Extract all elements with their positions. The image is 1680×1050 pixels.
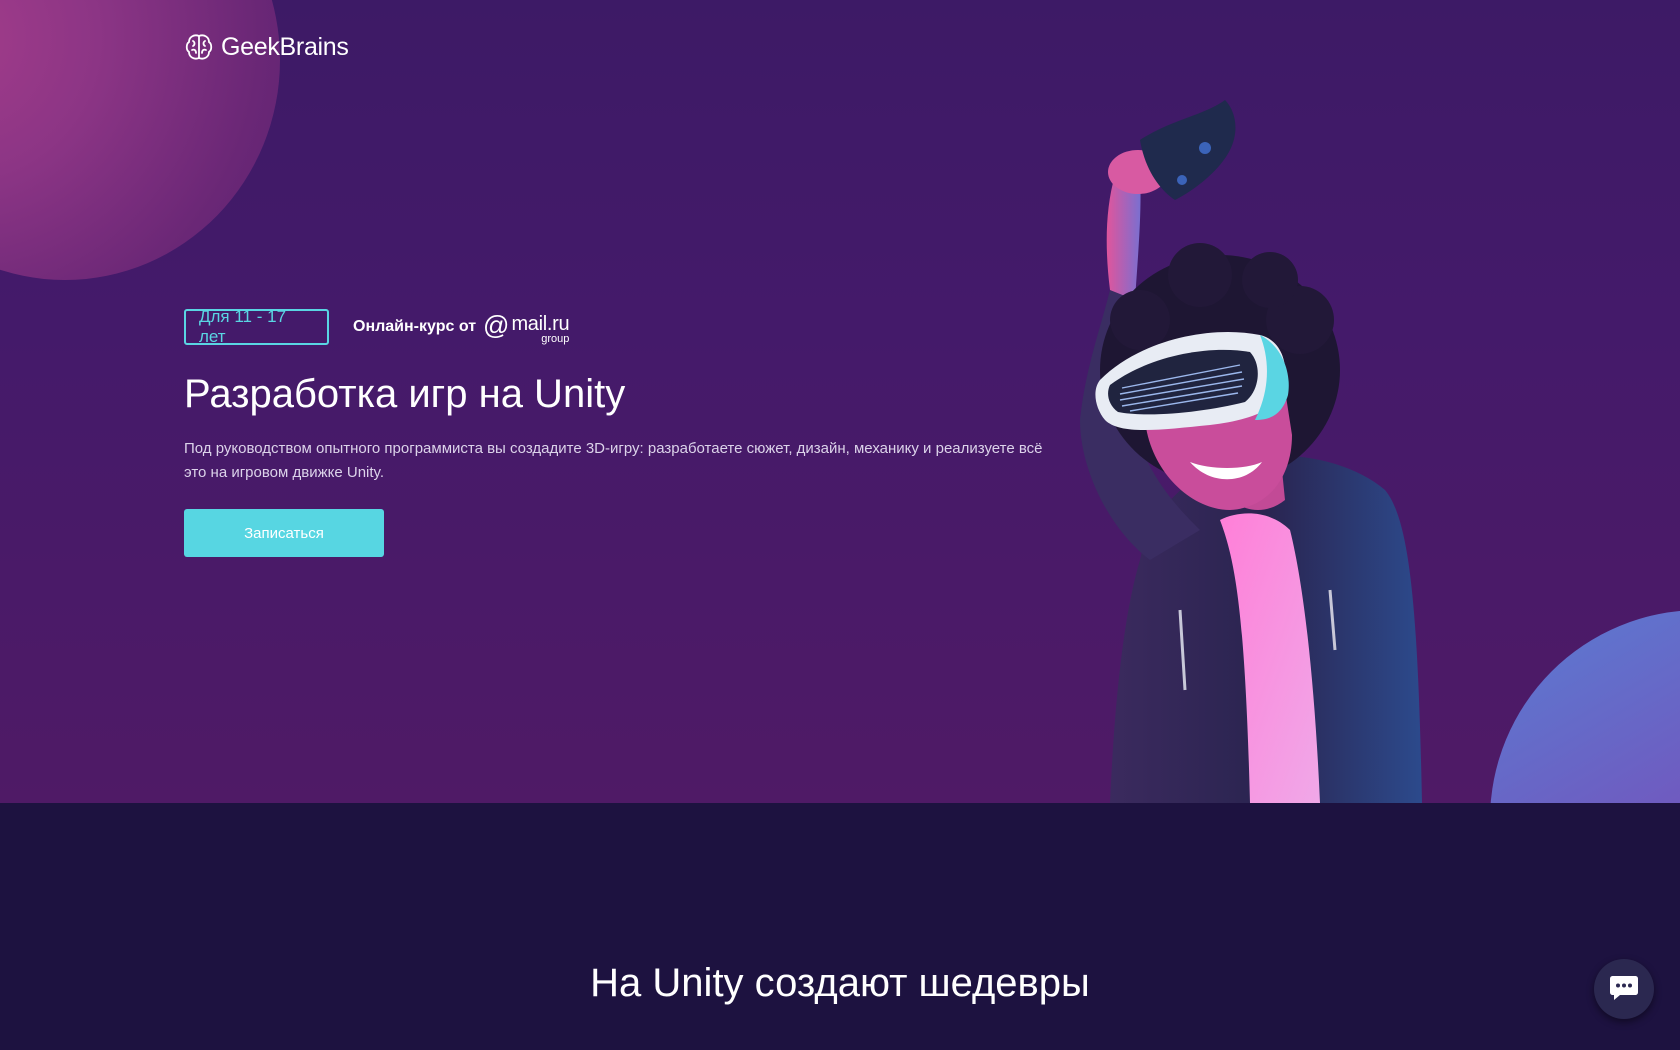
hero-image-vr-gamer xyxy=(1080,100,1422,803)
course-provider: Онлайн-курс от @ mail.ru group xyxy=(353,310,570,345)
chat-icon xyxy=(1608,973,1640,1006)
course-from-label: Онлайн-курс от xyxy=(353,318,477,335)
hero-section: GeekBrains Для 11 - 17 лет Онлайн-курс о… xyxy=(0,0,1680,803)
decorative-circle-bottom xyxy=(1490,610,1680,803)
logo-link[interactable]: GeekBrains xyxy=(184,32,349,62)
hero-title: Разработка игр на Unity xyxy=(184,372,626,416)
section-title: На Unity создают шедевры xyxy=(590,961,1090,1005)
logo-text: GeekBrains xyxy=(221,32,349,61)
signup-button[interactable]: Записаться xyxy=(184,509,384,557)
brain-icon xyxy=(184,32,214,62)
course-tags: Для 11 - 17 лет Онлайн-курс от @ mail.ru… xyxy=(184,307,570,346)
age-badge: Для 11 - 17 лет xyxy=(184,307,329,346)
mailru-name: mail.ru xyxy=(511,313,570,335)
mailru-group-logo: @ mail.ru group xyxy=(483,310,570,345)
hero-description: Под руководством опытного программиста в… xyxy=(184,440,1043,481)
page: GeekBrains Для 11 - 17 лет Онлайн-курс о… xyxy=(0,0,1680,1050)
showcase-section: На Unity создают шедевры xyxy=(0,803,1680,1050)
mailru-group-label: group xyxy=(541,333,570,345)
chat-widget-button[interactable] xyxy=(1594,959,1654,1019)
at-icon: @ xyxy=(483,310,510,340)
